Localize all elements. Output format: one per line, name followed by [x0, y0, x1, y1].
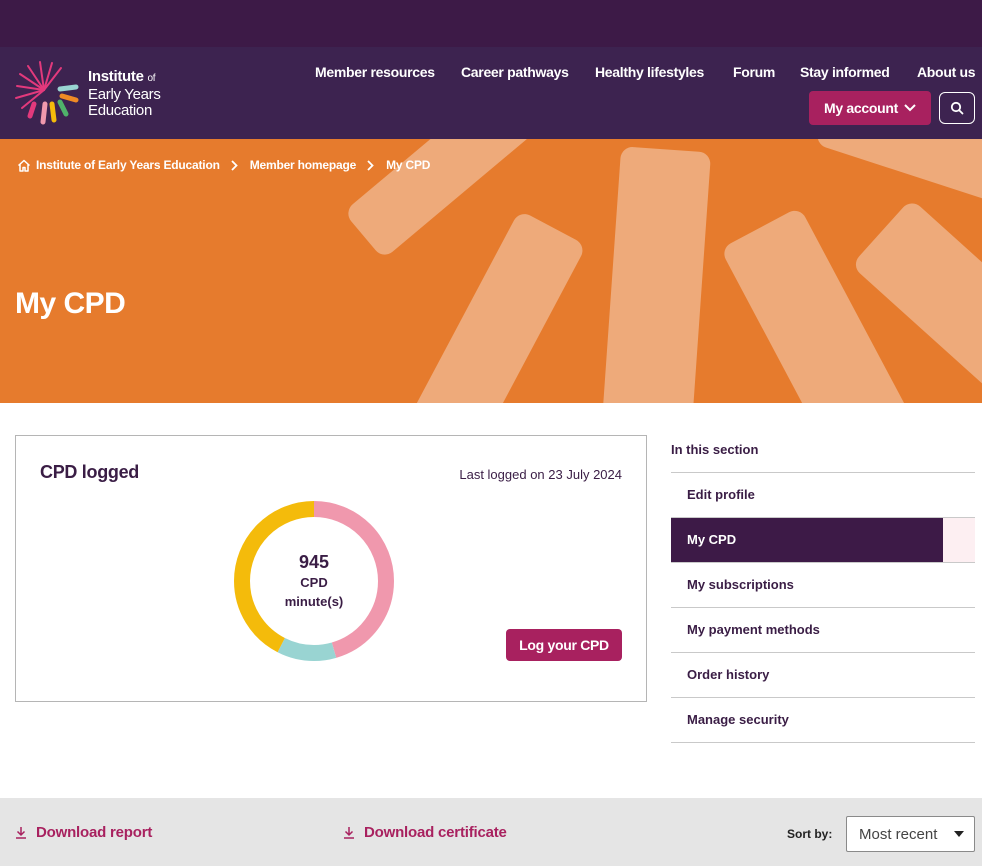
nav-forum[interactable]: Forum [733, 64, 775, 80]
download-icon [16, 827, 26, 839]
logo-line3: Education [88, 102, 153, 119]
log-cpd-button[interactable]: Log your CPD [506, 629, 622, 661]
page-title: My CPD [15, 287, 126, 320]
sort-select[interactable]: Most recent [846, 816, 975, 852]
site-header: Institute of Early Years Education Membe… [0, 47, 982, 139]
cpd-toolbar: Download report Download certificate Sor… [0, 798, 982, 866]
section-nav-label: My subscriptions [687, 577, 794, 592]
section-nav-item-order-history[interactable]: Order history [671, 653, 975, 698]
section-nav-label: Order history [687, 667, 770, 682]
download-report-label: Download report [36, 824, 153, 841]
top-strip [0, 0, 982, 47]
active-indicator [943, 518, 975, 562]
download-certificate-label: Download certificate [364, 824, 507, 841]
cpd-total-label-line2: minute(s) [284, 594, 344, 609]
cpd-total-label-line1: CPD [300, 575, 328, 590]
nav-healthy-lifestyles[interactable]: Healthy lifestyles [595, 64, 704, 80]
home-icon [17, 159, 31, 172]
cpd-card-title: CPD logged [40, 462, 139, 482]
breadcrumb-current: My CPD [386, 158, 431, 172]
nav-career-pathways[interactable]: Career pathways [461, 64, 569, 80]
sort-label: Sort by: [787, 827, 833, 841]
search-button[interactable] [939, 92, 975, 124]
nav-member-resources[interactable]: Member resources [315, 64, 435, 80]
download-icon [344, 827, 354, 839]
section-nav-heading: In this section [671, 435, 975, 473]
main-nav: Member resources Career pathways Healthy… [0, 64, 982, 84]
donut-center: 945 CPD minute(s) [234, 501, 394, 661]
section-nav-item-my-subscriptions[interactable]: My subscriptions [671, 563, 975, 608]
breadcrumb: Institute of Early Years Education Membe… [17, 158, 430, 172]
chevron-down-icon [904, 104, 916, 112]
search-icon [950, 101, 964, 115]
breadcrumb-home-link[interactable]: Institute of Early Years Education [36, 158, 220, 172]
download-report-link[interactable]: Download report [15, 824, 152, 841]
section-nav-label: Manage security [687, 712, 789, 727]
my-account-button[interactable]: My account [809, 91, 931, 125]
section-nav-item-my-payment-methods[interactable]: My payment methods [671, 608, 975, 653]
my-account-label: My account [823, 100, 898, 116]
section-nav-item-edit-profile[interactable]: Edit profile [671, 473, 975, 518]
sort-select-value: Most recent [859, 825, 938, 843]
hero-decoration [348, 139, 982, 403]
caret-down-icon [954, 831, 964, 837]
section-nav-label: Edit profile [687, 487, 755, 502]
section-nav-label: My CPD [687, 532, 737, 547]
hero-banner: Institute of Early Years Education Membe… [0, 139, 982, 403]
cpd-summary-card: CPD logged Last logged on 23 July 2024 9… [15, 435, 647, 702]
section-nav-item-my-cpd[interactable]: My CPD [671, 518, 975, 563]
logo-line2: Early Years [88, 86, 161, 103]
breadcrumb-member-homepage-link[interactable]: Member homepage [250, 158, 357, 172]
section-nav: In this section Edit profile My CPD My s… [671, 435, 975, 743]
cpd-total-value: 945 [298, 552, 330, 572]
nav-stay-informed[interactable]: Stay informed [800, 64, 890, 80]
nav-about-us[interactable]: About us [917, 64, 976, 80]
section-nav-label: My payment methods [687, 622, 820, 637]
section-nav-item-manage-security[interactable]: Manage security [671, 698, 975, 743]
chevron-right-icon [231, 159, 238, 171]
download-certificate-link[interactable]: Download certificate [343, 824, 507, 841]
chevron-right-icon [367, 159, 374, 171]
last-logged-date: Last logged on 23 July 2024 [459, 467, 622, 482]
